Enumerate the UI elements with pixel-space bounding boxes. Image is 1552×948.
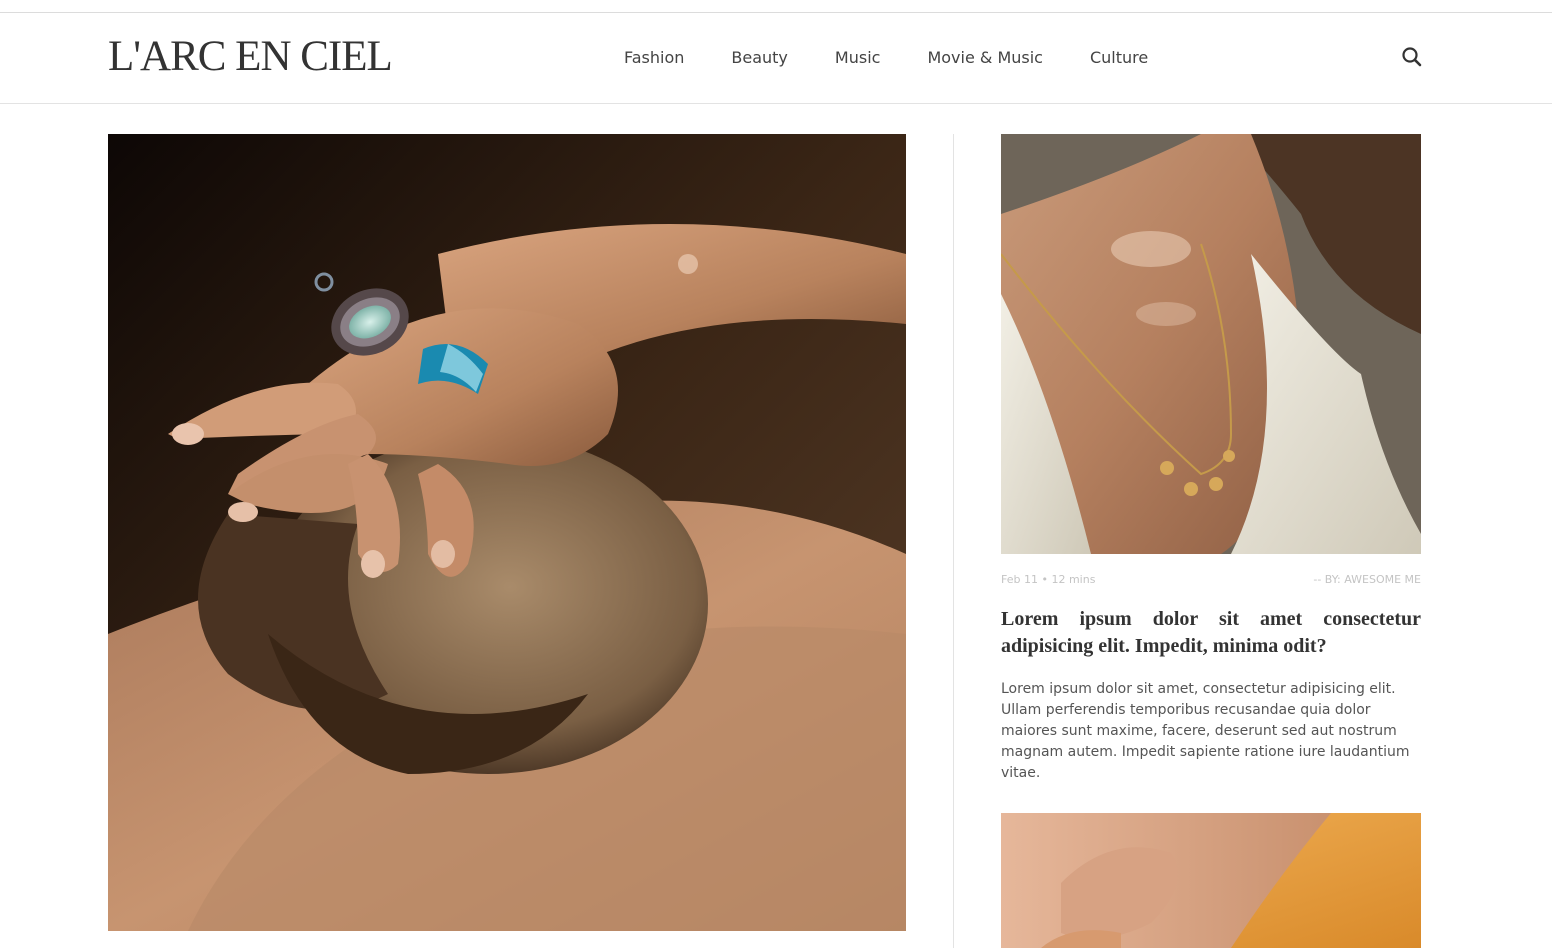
post-title[interactable]: Lorem ipsum dolor sit amet consectetur a… [1001,606,1421,660]
main-nav: Fashion Beauty Music Movie & Music Cultu… [624,46,1195,70]
column-divider [953,134,954,948]
page: L'ARC EN CIEL Fashion Beauty Music Movie… [0,0,1552,948]
search-icon[interactable] [1400,45,1424,69]
hero-image[interactable] [108,134,906,931]
nav-item-beauty[interactable]: Beauty [731,46,788,70]
post-thumbnail-hand[interactable] [1001,813,1421,948]
post-thumbnail-necklace[interactable] [1001,134,1421,554]
nav-item-music[interactable]: Music [835,46,881,70]
nav-item-culture[interactable]: Culture [1090,46,1148,70]
post-author[interactable]: -- BY: AWESOME ME [1313,573,1421,586]
site-header: L'ARC EN CIEL Fashion Beauty Music Movie… [0,13,1552,104]
post-date: Feb 11 • 12 mins [1001,573,1096,586]
site-logo[interactable]: L'ARC EN CIEL [108,33,393,81]
nav-item-movie-music[interactable]: Movie & Music [927,46,1043,70]
nav-item-fashion[interactable]: Fashion [624,46,684,70]
post-excerpt: Lorem ipsum dolor sit amet, consectetur … [1001,681,1410,781]
post-meta: Feb 11 • 12 mins -- BY: AWESOME ME [1001,573,1421,586]
